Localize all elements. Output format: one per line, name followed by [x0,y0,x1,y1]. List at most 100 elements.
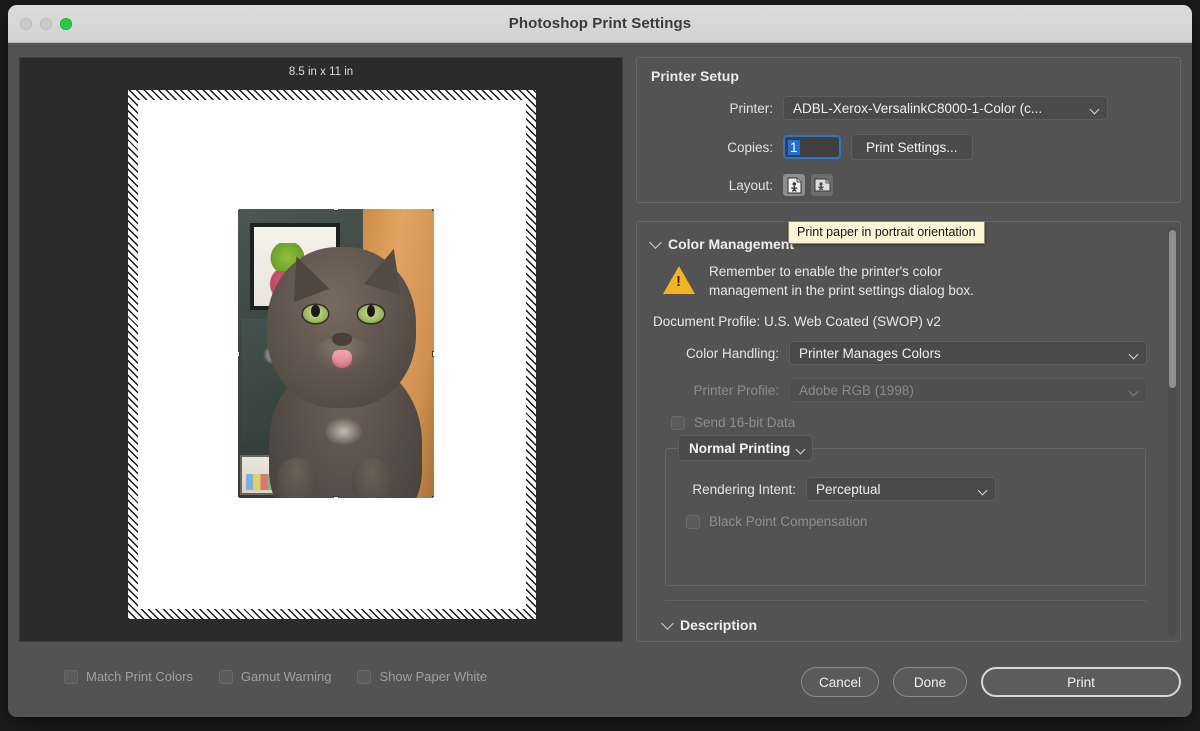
document-profile-text: Document Profile: U.S. Web Coated (SWOP)… [653,314,941,329]
selection-handle-middle-right[interactable] [432,350,434,357]
placed-image[interactable] [238,209,434,498]
color-handling-select[interactable]: Printer Manages Colors [789,341,1147,365]
rendering-intent-label: Rendering Intent: [692,481,796,497]
print-settings-label: Print Settings... [866,139,958,155]
cat-eye-right [358,304,384,323]
cat-tongue [332,350,352,368]
rendering-intent-select[interactable]: Perceptual [806,477,996,501]
color-handling-value: Printer Manages Colors [799,345,941,361]
checkbox-label: Match Print Colors [86,669,193,684]
cat-eye-left [303,304,329,323]
checkbox-box[interactable] [64,669,78,684]
proof-options-row: Match Print Colors Gamut Warning Show Pa… [64,669,487,684]
landscape-icon-glyph [814,178,830,192]
printing-mode-value: Normal Printing [689,440,791,456]
selection-handle-top-right[interactable] [432,209,434,211]
cat-photo [238,209,434,498]
checkbox-label: Black Point Compensation [709,514,868,529]
warning-triangle-icon [663,266,695,294]
checkbox-label: Gamut Warning [240,669,332,684]
dialog-body: 8.5 in x 11 in Match Print Colors Gamut … [8,43,1192,717]
copies-row: Copies: 1 Print Settings... [651,134,1166,160]
cancel-button[interactable]: Cancel [801,667,879,697]
printing-mode-group: Normal Printing Rendering Intent: Percep… [665,435,1146,586]
selection-handle-bottom-center[interactable] [333,496,339,498]
selection-handle-top-center[interactable] [333,209,339,211]
paper-preview [128,90,536,619]
done-button[interactable]: Done [893,667,967,697]
settings-pane: Printer Setup Printer: ADBL-Xerox-Versal… [636,57,1181,642]
cancel-label: Cancel [818,674,862,690]
checkbox-label: Send 16-bit Data [694,415,796,430]
selection-handle-top-left[interactable] [238,209,240,211]
checkbox-match-print-colors[interactable]: Match Print Colors [64,669,193,684]
black-point-compensation-checkbox: Black Point Compensation [686,514,1145,529]
paper-printable-area [138,100,526,609]
send-16bit-checkbox: Send 16-bit Data [671,415,1152,430]
section-divider [665,600,1146,601]
printer-row: Printer: ADBL-Xerox-VersalinkC8000-1-Col… [651,96,1166,120]
copies-input[interactable]: 1 [783,135,841,159]
color-management-scrollbar[interactable] [1168,227,1177,636]
chevron-down-icon [649,235,662,249]
checkbox-box [686,514,700,529]
rendering-intent-value: Perceptual [816,481,881,497]
warning-text: Remember to enable the printer's color m… [709,264,974,298]
print-settings-button[interactable]: Print Settings... [851,134,973,160]
printer-profile-label: Printer Profile: [693,382,779,398]
rendering-intent-row: Rendering Intent: Perceptual [658,477,1145,501]
color-handling-row: Color Handling: Printer Manages Colors [651,341,1152,365]
color-management-panel: Color Management Remember to enable the … [636,221,1181,642]
printer-profile-value: Adobe RGB (1998) [799,382,914,398]
print-preview-pane[interactable]: 8.5 in x 11 in [19,57,623,642]
print-label: Print [1067,674,1095,690]
portrait-icon-glyph [787,177,801,193]
printer-label: Printer: [729,100,773,116]
checkbox-gamut-warning[interactable]: Gamut Warning [218,669,332,684]
color-handling-label: Color Handling: [685,345,779,361]
cat-paw-right [351,457,391,498]
checkbox-show-paper-white[interactable]: Show Paper White [357,669,487,684]
portrait-orientation-icon[interactable] [783,174,805,196]
chevron-down-icon [661,616,674,630]
description-header[interactable]: Description [661,616,1152,633]
layout-row: Layout: [651,174,1166,196]
cat-ear-right [364,243,413,295]
printer-profile-row: Printer Profile: Adobe RGB (1998) [651,378,1152,402]
layout-label: Layout: [728,177,773,193]
cat-pupil-left [311,304,321,318]
print-settings-dialog: Photoshop Print Settings 8.5 in x 11 in [8,5,1192,717]
selection-handle-bottom-right[interactable] [432,496,434,498]
printer-profile-select: Adobe RGB (1998) [789,378,1147,402]
selection-handle-bottom-left[interactable] [238,496,240,498]
dialog-footer-buttons: Cancel Done Print [801,667,1181,697]
copies-label: Copies: [727,139,773,155]
checkbox-box[interactable] [218,669,233,684]
description-title: Description [680,617,758,633]
color-management-title: Color Management [668,236,795,252]
checkbox-box [671,415,685,430]
checkbox-box[interactable] [357,669,372,684]
selection-handle-middle-left[interactable] [238,350,240,357]
printer-select[interactable]: ADBL-Xerox-VersalinkC8000-1-Color (c... [783,96,1108,120]
window-titlebar: Photoshop Print Settings [8,5,1192,43]
printer-setup-title: Printer Setup [651,68,739,84]
printer-setup-group: Printer Setup Printer: ADBL-Xerox-Versal… [636,57,1181,203]
window-title: Photoshop Print Settings [508,15,692,32]
layout-icon-group [783,174,833,196]
landscape-orientation-icon[interactable] [811,174,833,196]
scrollbar-thumb[interactable] [1169,230,1176,388]
cat-pupil-right [366,304,376,318]
page-size-label: 8.5 in x 11 in [288,66,354,78]
copies-value: 1 [788,139,800,155]
print-button[interactable]: Print [981,667,1181,697]
color-management-content: Color Management Remember to enable the … [637,222,1166,641]
cat-paw-left [277,457,317,498]
done-label: Done [913,674,947,690]
orientation-tooltip: Print paper in portrait orientation [788,221,985,244]
cat-head [267,243,417,409]
color-management-warning: Remember to enable the printer's color m… [663,262,1152,300]
printing-mode-select[interactable]: Normal Printing [678,435,814,461]
printer-select-value: ADBL-Xerox-VersalinkC8000-1-Color (c... [793,100,1043,116]
checkbox-label: Show Paper White [379,669,488,684]
